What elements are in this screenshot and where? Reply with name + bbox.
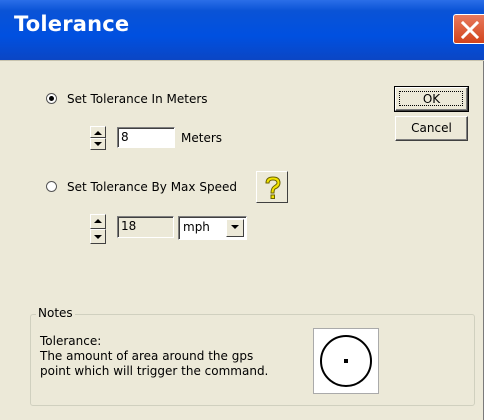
notes-line-3: point which will trigger the command. — [40, 364, 269, 378]
chevron-down-icon — [231, 225, 239, 229]
dropdown-arrow-button[interactable] — [226, 219, 244, 237]
down-arrow-icon — [94, 235, 102, 239]
notes-legend: Notes — [36, 306, 75, 320]
notes-line-1: Tolerance: — [40, 334, 102, 348]
speed-input[interactable]: 18 — [117, 216, 174, 238]
speed-spin-up[interactable] — [90, 214, 106, 229]
tolerance-circle-icon — [320, 335, 372, 387]
cancel-button-label: Cancel — [411, 121, 452, 135]
radio-max-speed[interactable] — [46, 181, 57, 192]
radio-selected-dot — [49, 96, 54, 101]
speed-unit-dropdown[interactable]: mph — [178, 216, 247, 240]
meters-spinner[interactable] — [90, 126, 106, 150]
tolerance-preview — [313, 328, 379, 394]
speed-unit-value: mph — [183, 220, 210, 234]
ok-button-label: OK — [422, 92, 441, 106]
tolerance-dialog: Tolerance Set Tolerance In Meters 8 Mete… — [0, 0, 484, 420]
meters-spin-down[interactable] — [90, 138, 106, 150]
radio-meters-label[interactable]: Set Tolerance In Meters — [67, 92, 208, 106]
meters-input[interactable]: 8 — [117, 127, 175, 148]
divider — [0, 60, 484, 61]
speed-spin-down[interactable] — [90, 229, 106, 244]
notes-text: Tolerance: The amount of area around the… — [40, 334, 268, 379]
ok-button[interactable]: OK — [394, 86, 469, 112]
up-arrow-icon — [94, 131, 102, 135]
close-button[interactable] — [453, 14, 484, 44]
up-arrow-icon — [94, 219, 102, 223]
window-title: Tolerance — [14, 12, 130, 36]
radio-max-speed-label[interactable]: Set Tolerance By Max Speed — [67, 180, 237, 194]
close-icon — [460, 20, 480, 40]
title-bar[interactable]: Tolerance — [0, 0, 484, 60]
help-button[interactable] — [256, 171, 288, 203]
meters-spin-up[interactable] — [90, 126, 106, 138]
question-mark-icon — [265, 176, 281, 199]
meters-unit-label: Meters — [181, 131, 223, 145]
radio-meters[interactable] — [46, 93, 57, 104]
cancel-button[interactable]: Cancel — [395, 116, 468, 141]
speed-spinner[interactable] — [90, 214, 106, 244]
down-arrow-icon — [94, 142, 102, 146]
notes-line-2: The amount of area around the gps — [40, 349, 254, 363]
